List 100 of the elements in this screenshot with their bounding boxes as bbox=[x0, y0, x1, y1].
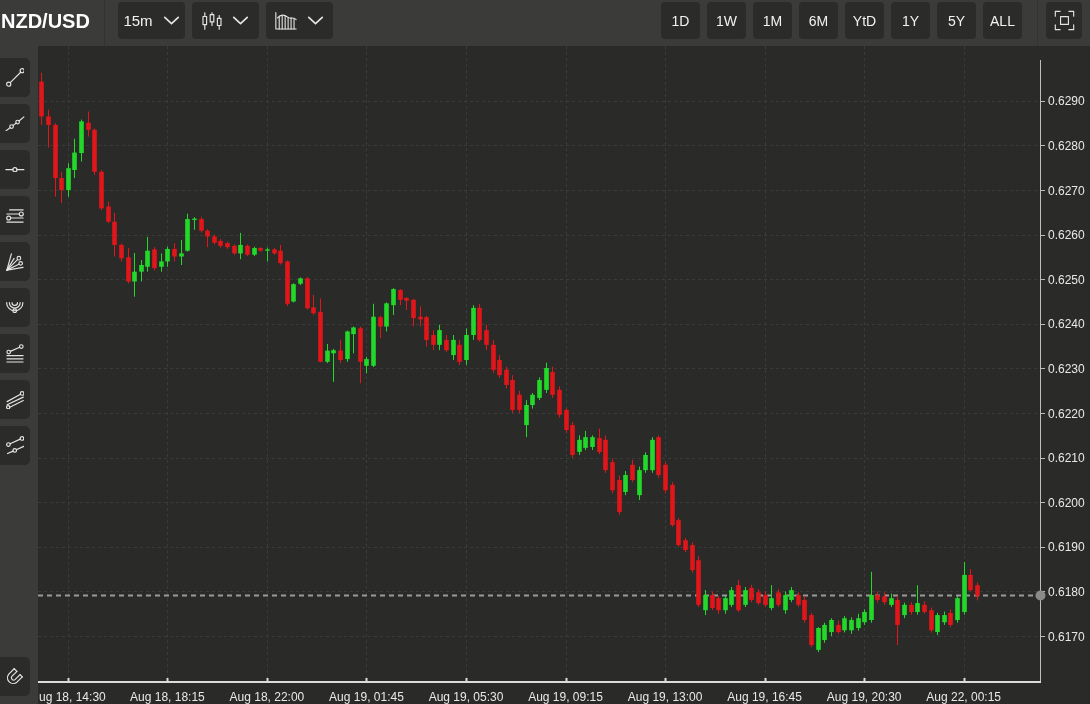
fan-button[interactable] bbox=[0, 242, 30, 281]
magnet-icon bbox=[6, 668, 24, 685]
candlestick bbox=[159, 252, 164, 273]
range-button[interactable]: YtD bbox=[845, 2, 884, 39]
candlestick bbox=[630, 459, 635, 483]
price-label: 0.6290 bbox=[1048, 94, 1085, 109]
time-label: Aug 19, 09:15 bbox=[528, 690, 603, 704]
price-label: 0.6190 bbox=[1048, 540, 1085, 555]
price-label: 0.6230 bbox=[1048, 361, 1085, 376]
candlestick bbox=[915, 584, 920, 616]
candlestick bbox=[769, 584, 774, 611]
candlestick bbox=[703, 589, 708, 616]
candlestick bbox=[238, 232, 243, 260]
candlestick bbox=[437, 324, 442, 351]
candlestick bbox=[537, 376, 542, 401]
time-label: Aug 22, 00:15 bbox=[926, 690, 1002, 704]
fullscreen-button[interactable] bbox=[1046, 2, 1082, 39]
candlestick bbox=[544, 362, 549, 394]
price-label: 0.6180 bbox=[1048, 584, 1085, 599]
price-label: 0.6280 bbox=[1048, 138, 1085, 153]
candlestick bbox=[338, 339, 343, 364]
candlestick bbox=[378, 315, 383, 339]
horizontal-line-icon bbox=[5, 166, 25, 173]
candlestick bbox=[112, 212, 117, 258]
levels-button[interactable] bbox=[0, 196, 30, 235]
price-label: 0.6240 bbox=[1048, 317, 1085, 332]
time-label: Aug 19, 01:45 bbox=[329, 690, 404, 704]
chart-type-dropdown[interactable] bbox=[266, 2, 333, 39]
range-button[interactable]: ALL bbox=[983, 2, 1022, 39]
time-label: Aug 18, 18:15 bbox=[130, 690, 205, 704]
candlestick bbox=[451, 334, 456, 361]
candlestick bbox=[179, 239, 184, 266]
time-label: Aug 19, 20:30 bbox=[826, 690, 902, 704]
range-button[interactable]: 1Y bbox=[891, 2, 930, 39]
chevron-down-icon bbox=[162, 16, 180, 25]
chevron-down-icon bbox=[307, 16, 324, 25]
candlestick bbox=[411, 298, 416, 328]
candlestick bbox=[165, 246, 170, 268]
candlestick bbox=[929, 607, 934, 633]
horizontal-line-button[interactable] bbox=[0, 150, 30, 189]
parallel-lines-icon bbox=[5, 390, 25, 409]
line-with-levels-icon bbox=[6, 344, 24, 363]
fullscreen-icon bbox=[1053, 10, 1075, 31]
ray-button[interactable] bbox=[0, 104, 30, 143]
candle-style-dropdown[interactable] bbox=[192, 2, 259, 39]
chevron-down-icon bbox=[232, 16, 249, 25]
candlestick bbox=[550, 366, 555, 399]
range-button[interactable]: 6M bbox=[799, 2, 838, 39]
price-label: 0.6200 bbox=[1048, 495, 1085, 510]
candlestick bbox=[524, 399, 529, 438]
price-label: 0.6250 bbox=[1048, 272, 1085, 287]
price-label: 0.6260 bbox=[1048, 228, 1085, 243]
arcs-icon bbox=[6, 301, 24, 314]
candlestick bbox=[132, 252, 137, 298]
price-label: 0.6220 bbox=[1048, 406, 1085, 421]
candlestick bbox=[391, 287, 396, 316]
magnet-button[interactable] bbox=[0, 657, 30, 696]
candlestick bbox=[46, 109, 51, 149]
candlestick bbox=[935, 612, 940, 636]
candlestick bbox=[152, 246, 157, 271]
fan-lines-icon bbox=[6, 252, 24, 271]
symbol-title: NZD/USD bbox=[1, 8, 90, 33]
time-label: Aug 19, 05:30 bbox=[428, 690, 504, 704]
arcs-button[interactable] bbox=[0, 288, 30, 327]
price-label: 0.6210 bbox=[1048, 451, 1085, 466]
candlestick bbox=[517, 390, 522, 414]
price-label: 0.6270 bbox=[1048, 183, 1085, 198]
time-label: Aug 19, 16:45 bbox=[727, 690, 802, 704]
candlestick bbox=[643, 451, 648, 474]
candlestick bbox=[743, 586, 748, 608]
stacked-lines-icon bbox=[6, 208, 24, 223]
range-button[interactable]: 1M bbox=[753, 2, 792, 39]
candlestick bbox=[172, 242, 177, 262]
interval-dropdown[interactable]: 15m bbox=[118, 2, 185, 39]
channel-button[interactable] bbox=[0, 380, 30, 419]
candlestick bbox=[384, 301, 389, 332]
bar-chart-icon bbox=[275, 11, 297, 30]
time-label: Aug 19, 13:00 bbox=[627, 690, 703, 704]
candlestick bbox=[457, 339, 462, 366]
range-button[interactable]: 5Y bbox=[937, 2, 976, 39]
candlestick bbox=[59, 171, 64, 204]
candlestick bbox=[968, 568, 973, 592]
candlestick bbox=[86, 111, 91, 138]
two-segments-icon bbox=[5, 436, 25, 455]
time-label: Aug 18, 22:00 bbox=[229, 690, 305, 704]
candlestick-icon bbox=[202, 11, 222, 30]
range-button[interactable]: 1D bbox=[661, 2, 700, 39]
candlestick bbox=[955, 595, 960, 624]
angle-levels-button[interactable] bbox=[0, 334, 30, 373]
price-label: 0.6170 bbox=[1048, 629, 1085, 644]
candlestick bbox=[484, 324, 489, 351]
candlestick bbox=[106, 201, 111, 224]
last-price-marker-icon bbox=[1035, 590, 1046, 601]
time-label: ug 18, 14:30 bbox=[39, 690, 106, 704]
range-button[interactable]: 1W bbox=[707, 2, 746, 39]
trend-line-button[interactable] bbox=[0, 58, 30, 97]
line-with-points-icon bbox=[5, 115, 25, 132]
line-segment-icon bbox=[5, 68, 25, 87]
candlestick bbox=[431, 329, 436, 351]
split-line-button[interactable] bbox=[0, 426, 30, 465]
